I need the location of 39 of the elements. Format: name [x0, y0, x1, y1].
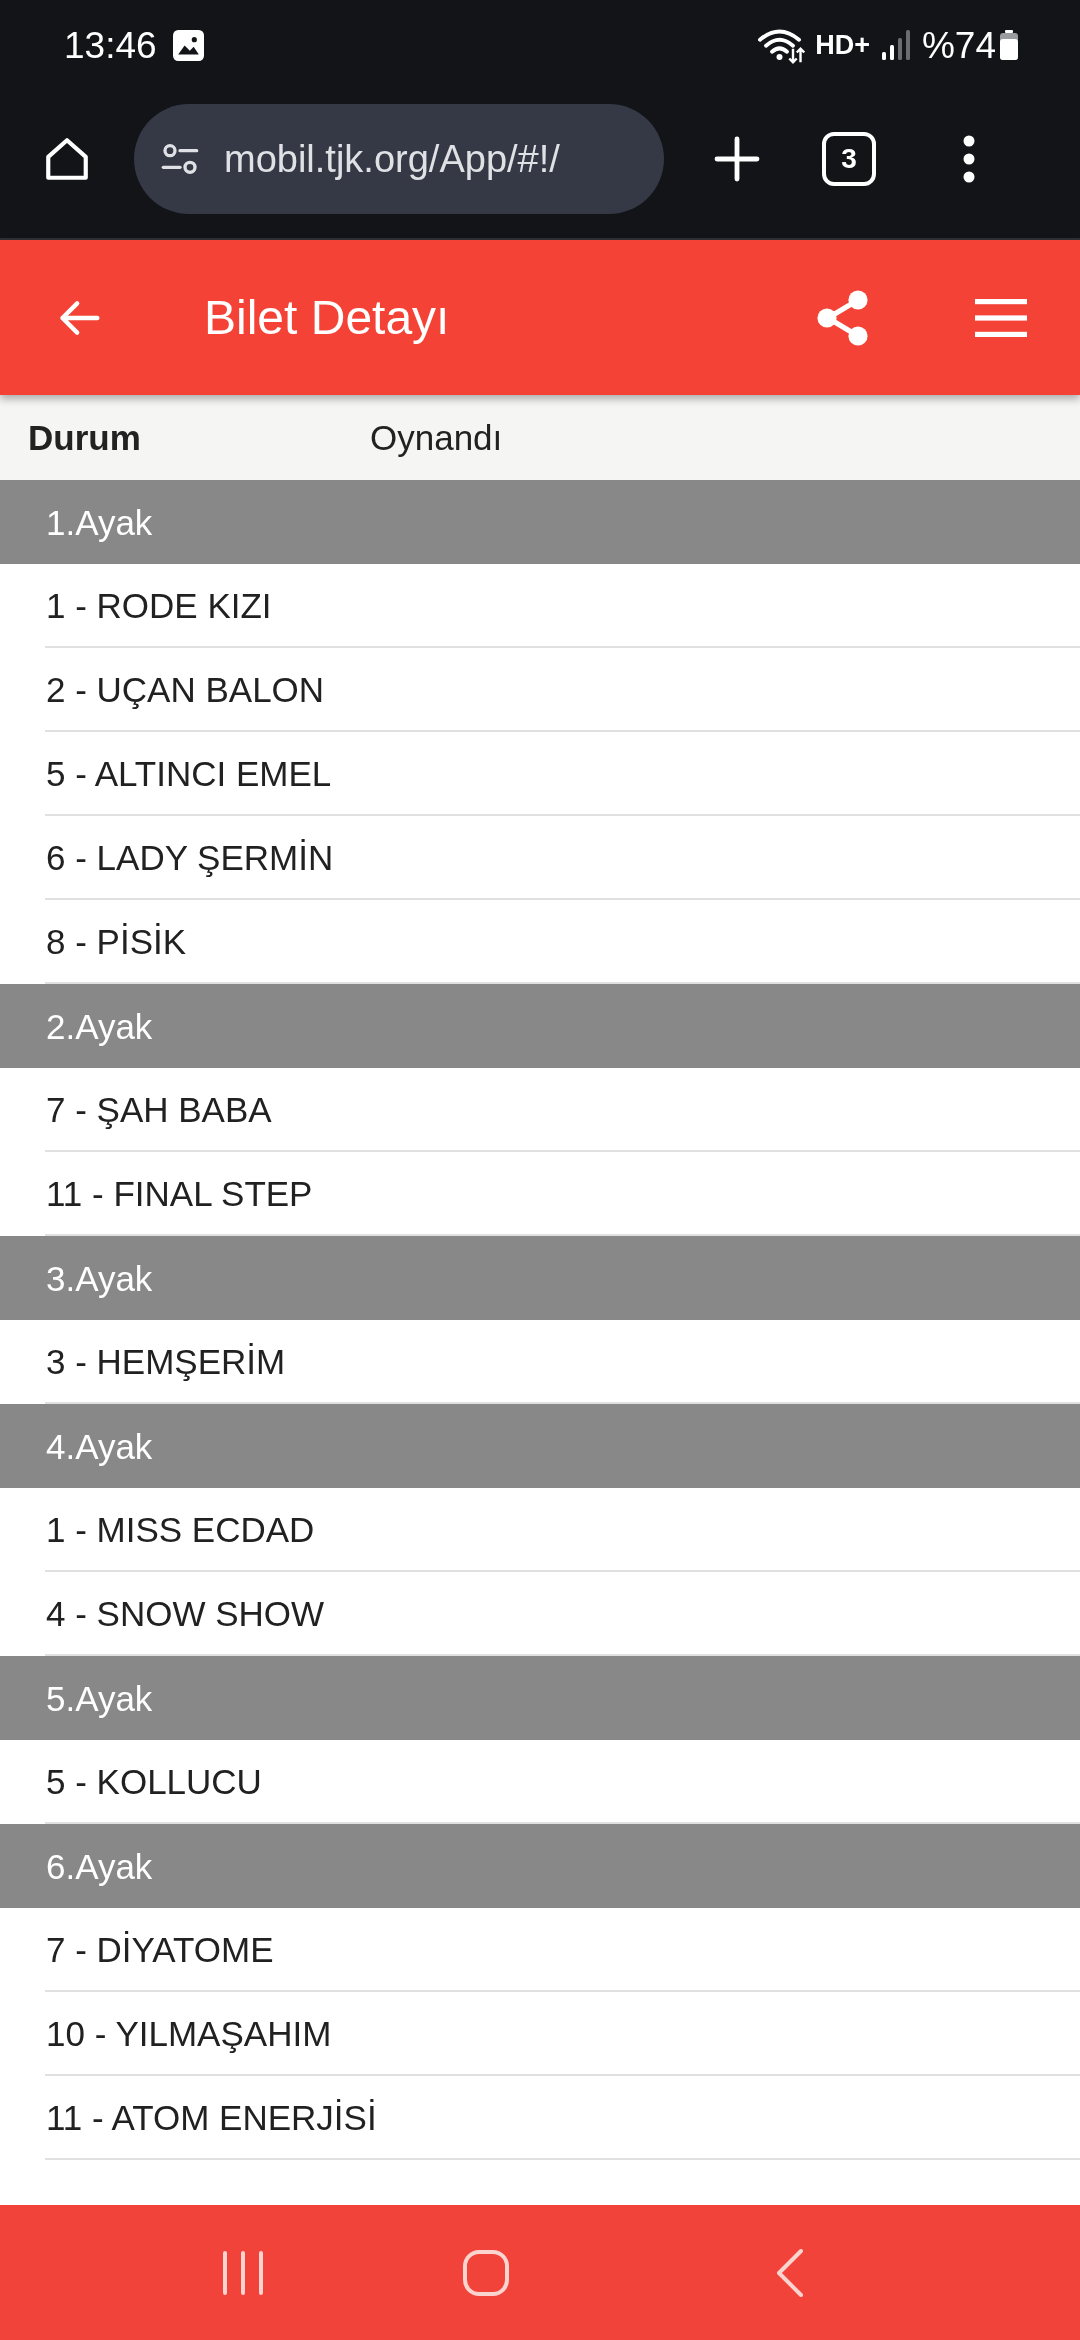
horse-entry: 1 - MISS ECDAD: [45, 1511, 315, 1547]
plus-icon: [713, 135, 761, 183]
horse-entry: 7 - DİYATOME: [45, 1931, 274, 1967]
menu-icon: [975, 298, 1027, 337]
home-nav-icon: [463, 2249, 509, 2296]
leg-header: 4.Ayak: [0, 1404, 1080, 1488]
signal-icon: [881, 30, 910, 60]
horse-entry: 5 - KOLLUCU: [45, 1763, 262, 1799]
address-bar[interactable]: mobil.tjk.org/App/#!/: [134, 104, 664, 214]
leg-header: 3.Ayak: [0, 1236, 1080, 1320]
battery-icon: [1000, 30, 1018, 60]
horse-entry: 1 - RODE KIZI: [45, 587, 272, 623]
more-options-icon: [961, 135, 977, 183]
horse-entry: 3 - HEMŞERİM: [45, 1343, 286, 1379]
horse-entry: 11 - FINAL STEP: [45, 1175, 313, 1211]
battery-percentage: %74: [921, 26, 996, 64]
horse-entry: 11 - ATOM ENERJİSİ: [45, 2099, 377, 2135]
status-value: Oynandı: [370, 420, 503, 455]
leg-header: 6.Ayak: [0, 1824, 1080, 1908]
share-icon: [816, 289, 870, 346]
back-chevron-icon: [776, 2248, 804, 2297]
horse-entry: 2 - UÇAN BALON: [45, 671, 325, 707]
hd-voice-indicator: HD+: [815, 31, 870, 59]
recent-apps-icon: [222, 2250, 264, 2295]
horse-entry: 5 - ALTINCI EMEL: [45, 755, 332, 791]
page-title: Bilet Detayı: [204, 293, 450, 342]
horse-entry: 8 - PİSİK: [45, 923, 187, 959]
leg-header: 5.Ayak: [0, 1656, 1080, 1740]
clock-time: 13:46: [64, 26, 157, 64]
horse-entry: 6 - LADY ŞERMİN: [45, 839, 334, 875]
wifi-icon: [757, 26, 806, 64]
leg-header: 2.Ayak: [0, 984, 1080, 1068]
image-notification-icon: [172, 29, 204, 61]
horse-entry: 10 - YILMAŞAHIM: [45, 2015, 332, 2051]
leg-header: 1.Ayak: [0, 480, 1080, 564]
tab-switcher-button[interactable]: 3: [822, 132, 876, 186]
horse-entry: 4 - SNOW SHOW: [45, 1595, 325, 1631]
status-label: Durum: [28, 420, 142, 455]
horse-entry: 7 - ŞAH BABA: [45, 1091, 272, 1127]
